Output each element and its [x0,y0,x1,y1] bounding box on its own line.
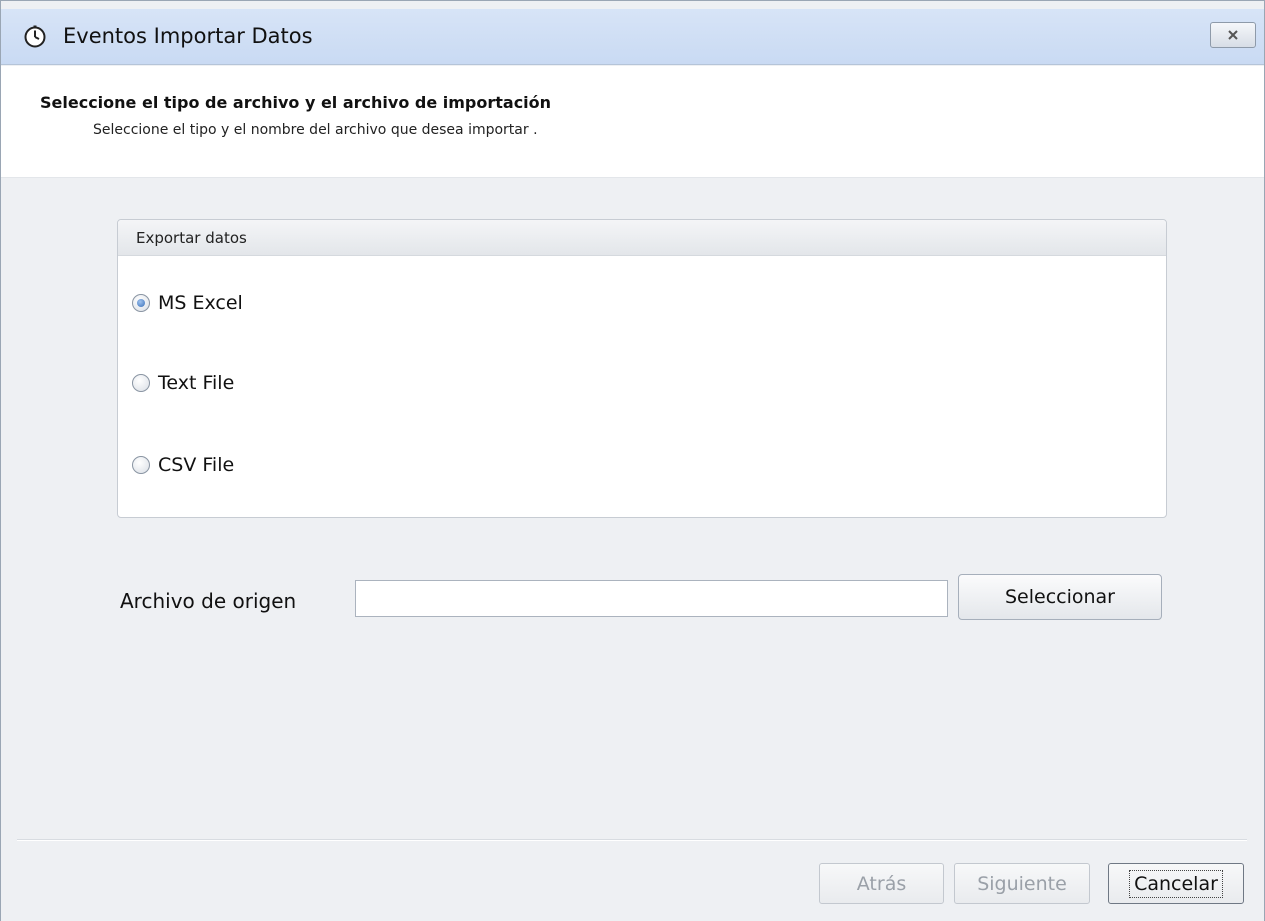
footer-divider [17,839,1247,841]
radio-button[interactable] [132,456,150,474]
header-subtitle: Seleccione el tipo y el nombre del archi… [93,122,538,138]
window-title: Eventos Importar Datos [63,24,313,48]
close-button[interactable] [1210,22,1256,48]
radio-label: MS Excel [158,292,243,314]
title-bar: Eventos Importar Datos [1,9,1264,65]
back-button[interactable]: Atrás [819,863,944,904]
radio-button-checked[interactable] [132,294,150,312]
radio-text-file[interactable]: Text File [132,372,234,394]
radio-button[interactable] [132,374,150,392]
source-file-input[interactable] [355,580,948,617]
wizard-header: Seleccione el tipo de archivo y el archi… [1,66,1264,178]
radio-label: CSV File [158,454,235,476]
group-title: Exportar datos [118,220,1166,256]
radio-label: Text File [158,372,235,394]
select-button[interactable]: Seleccionar [958,574,1162,620]
import-dialog: Eventos Importar Datos Seleccione el tip… [0,0,1265,921]
radio-csv-file[interactable]: CSV File [132,454,234,476]
close-icon [1226,26,1240,45]
source-file-label: Archivo de origen [120,589,297,613]
radio-ms-excel[interactable]: MS Excel [132,292,243,314]
cancel-label: Cancelar [1129,869,1223,898]
export-data-group: Exportar datos MS Excel Text File CSV Fi… [117,219,1167,518]
cancel-button[interactable]: Cancelar [1108,863,1244,904]
clock-icon [23,25,47,49]
next-button[interactable]: Siguiente [954,863,1090,904]
header-title: Seleccione el tipo de archivo y el archi… [40,93,552,112]
